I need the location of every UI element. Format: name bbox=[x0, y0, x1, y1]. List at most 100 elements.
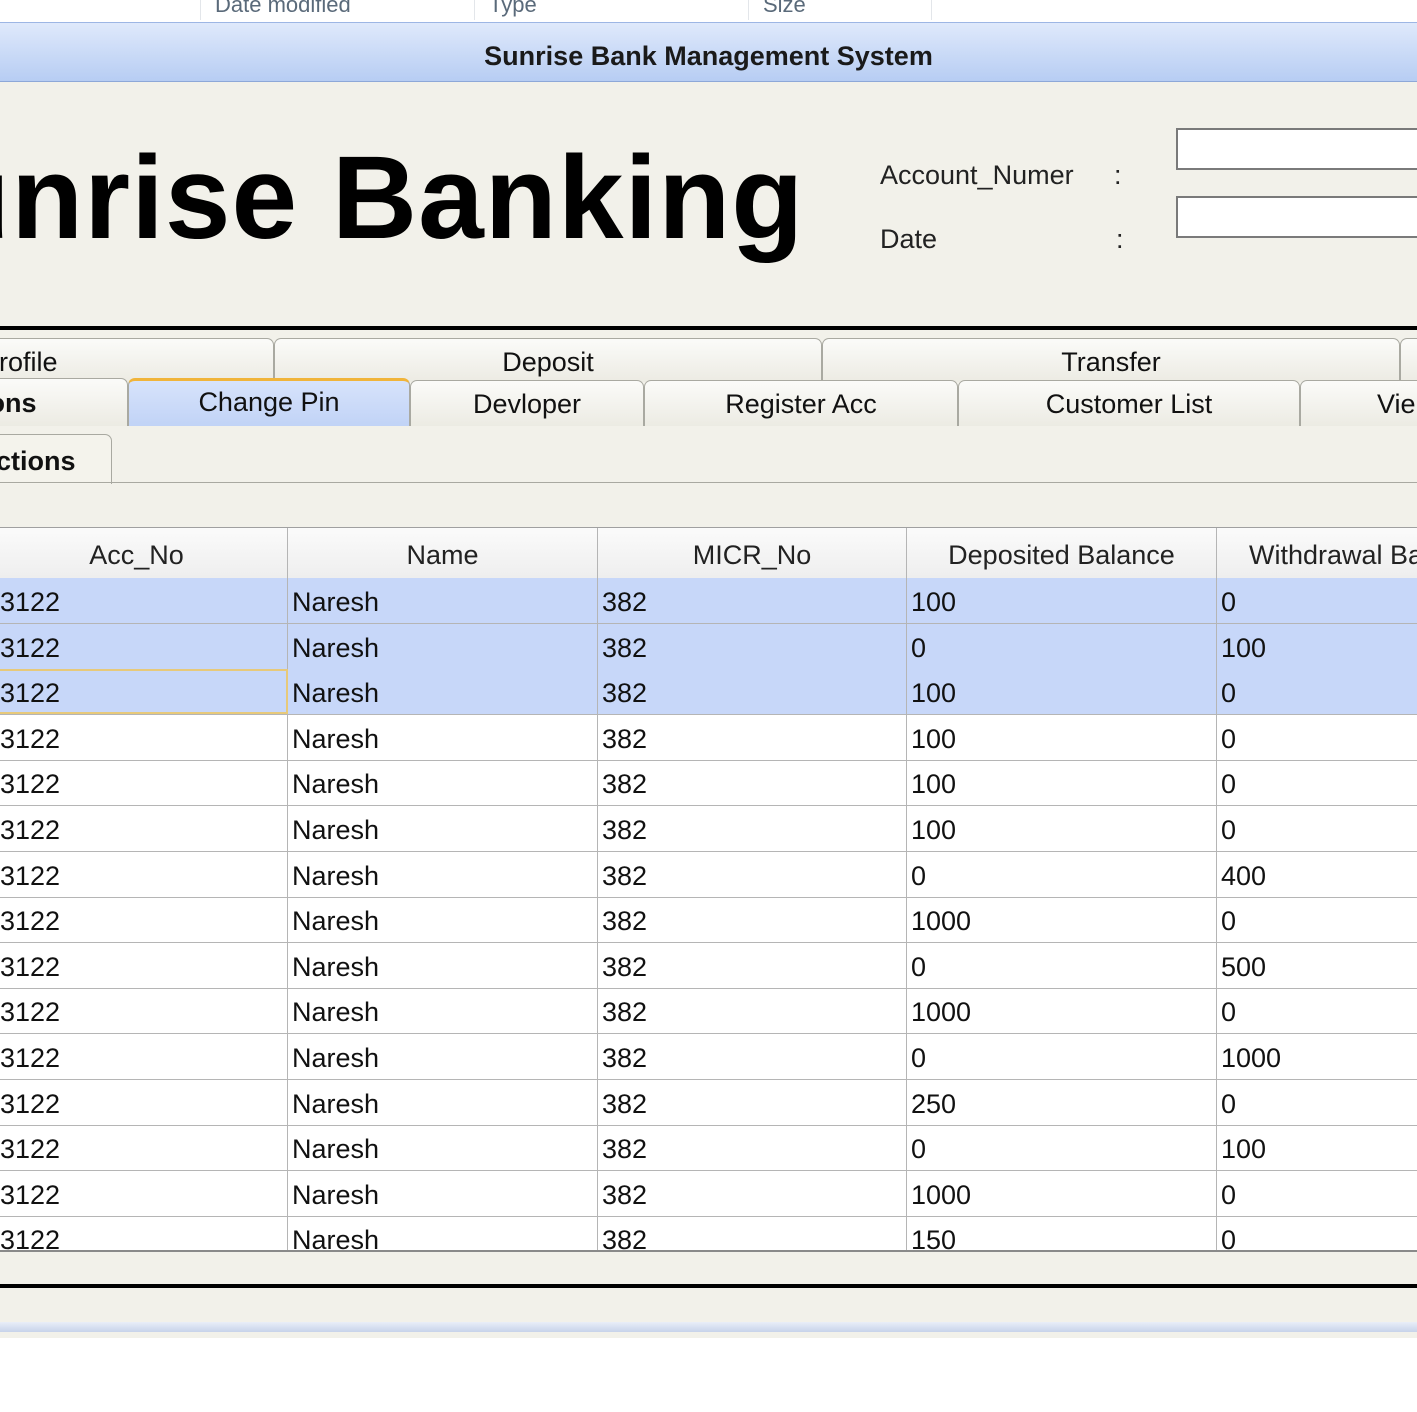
cell-name[interactable]: Naresh bbox=[288, 578, 598, 623]
cell-micr-no[interactable]: 382 bbox=[598, 1170, 907, 1216]
table-row[interactable]: 3122 Naresh 382 100 0 bbox=[0, 760, 1417, 807]
cell-name[interactable]: Naresh bbox=[288, 714, 598, 760]
cell-acc-no[interactable]: 3122 bbox=[0, 1034, 288, 1079]
date-input[interactable] bbox=[1176, 196, 1417, 238]
cell-micr-no[interactable]: 382 bbox=[598, 623, 907, 669]
cell-deposited-balance[interactable]: 150 bbox=[907, 1216, 1217, 1250]
tab-change-pin[interactable]: Change Pin bbox=[128, 378, 410, 426]
cell-deposited-balance[interactable]: 0 bbox=[907, 1034, 1217, 1079]
cell-micr-no[interactable]: 382 bbox=[598, 988, 907, 1034]
cell-name[interactable]: Naresh bbox=[288, 1034, 598, 1079]
transactions-table[interactable]: Acc_No Name MICR_No Deposited Balance Wi… bbox=[0, 527, 1417, 1252]
table-row[interactable]: 3122 Naresh 382 0 500 bbox=[0, 942, 1417, 989]
cell-deposited-balance[interactable]: 100 bbox=[907, 806, 1217, 851]
cell-acc-no[interactable]: 3122 bbox=[0, 714, 288, 760]
table-row[interactable]: 3122 Naresh 382 1000 0 bbox=[0, 1170, 1417, 1217]
explorer-col-type[interactable]: Type bbox=[474, 0, 747, 20]
column-header-deposited-balance[interactable]: Deposited Balance bbox=[907, 528, 1217, 578]
cell-micr-no[interactable]: 382 bbox=[598, 714, 907, 760]
cell-micr-no[interactable]: 382 bbox=[598, 669, 907, 715]
column-header-micr-no[interactable]: MICR_No bbox=[598, 528, 907, 578]
cell-acc-no[interactable]: 3122 bbox=[0, 897, 288, 943]
cell-withdrawal-balance[interactable]: 0 bbox=[1217, 669, 1417, 714]
cell-withdrawal-balance[interactable]: 0 bbox=[1217, 760, 1417, 805]
cell-acc-no[interactable]: 3122 bbox=[0, 851, 288, 897]
cell-name[interactable]: Naresh bbox=[288, 942, 598, 988]
cell-withdrawal-balance[interactable]: 100 bbox=[1217, 624, 1417, 669]
cell-name[interactable]: Naresh bbox=[288, 988, 598, 1034]
cell-name[interactable]: Naresh bbox=[288, 897, 598, 943]
cell-deposited-balance[interactable]: 1000 bbox=[907, 1170, 1217, 1216]
table-row[interactable]: 3122 Naresh 382 100 0 bbox=[0, 714, 1417, 761]
cell-withdrawal-balance[interactable]: 500 bbox=[1217, 943, 1417, 988]
explorer-col-date-modified[interactable]: Date modified bbox=[200, 0, 473, 20]
tab-devloper[interactable]: Devloper bbox=[410, 380, 644, 426]
cell-acc-no[interactable]: 3122 bbox=[0, 1125, 288, 1171]
cell-acc-no[interactable]: 3122 bbox=[0, 806, 288, 851]
cell-acc-no[interactable]: 3122 bbox=[0, 760, 288, 806]
table-row[interactable]: 3122 Naresh 382 250 0 bbox=[0, 1079, 1417, 1126]
cell-deposited-balance[interactable]: 1000 bbox=[907, 897, 1217, 943]
cell-micr-no[interactable]: 382 bbox=[598, 1125, 907, 1171]
cell-withdrawal-balance[interactable]: 100 bbox=[1217, 1125, 1417, 1170]
cell-micr-no[interactable]: 382 bbox=[598, 760, 907, 806]
cell-deposited-balance[interactable]: 0 bbox=[907, 623, 1217, 669]
account-number-input[interactable] bbox=[1176, 128, 1417, 170]
table-row[interactable]: 3122 Naresh 382 0 1000 bbox=[0, 1034, 1417, 1080]
cell-deposited-balance[interactable]: 100 bbox=[907, 669, 1217, 715]
cell-deposited-balance[interactable]: 100 bbox=[907, 760, 1217, 806]
tab-transactions-row2[interactable]: ions bbox=[0, 378, 128, 426]
cell-withdrawal-balance[interactable]: 400 bbox=[1217, 852, 1417, 897]
cell-withdrawal-balance[interactable]: 0 bbox=[1217, 988, 1417, 1033]
cell-micr-no[interactable]: 382 bbox=[598, 1079, 907, 1125]
window-titlebar[interactable]: Sunrise Bank Management System bbox=[0, 22, 1417, 82]
cell-withdrawal-balance[interactable]: 1000 bbox=[1217, 1034, 1417, 1079]
cell-micr-no[interactable]: 382 bbox=[598, 897, 907, 943]
cell-deposited-balance[interactable]: 0 bbox=[907, 942, 1217, 988]
cell-deposited-balance[interactable]: 250 bbox=[907, 1079, 1217, 1125]
cell-withdrawal-balance[interactable]: 0 bbox=[1217, 1080, 1417, 1125]
cell-name[interactable]: Naresh bbox=[288, 623, 598, 669]
cell-micr-no[interactable]: 382 bbox=[598, 1034, 907, 1079]
column-header-name[interactable]: Name bbox=[288, 528, 598, 578]
table-row[interactable]: 3122 Naresh 382 100 0 bbox=[0, 806, 1417, 852]
cell-acc-no[interactable]: 3122 bbox=[0, 1216, 288, 1250]
cell-withdrawal-balance[interactable]: 0 bbox=[1217, 806, 1417, 851]
table-row[interactable]: 3122 Naresh 382 0 100 bbox=[0, 623, 1417, 670]
cell-name[interactable]: Naresh bbox=[288, 1079, 598, 1125]
cell-name[interactable]: Naresh bbox=[288, 1216, 598, 1250]
cell-micr-no[interactable]: 382 bbox=[598, 1216, 907, 1250]
cell-deposited-balance[interactable]: 100 bbox=[907, 714, 1217, 760]
cell-acc-no[interactable]: 3122 bbox=[0, 669, 288, 715]
cell-name[interactable]: Naresh bbox=[288, 760, 598, 806]
cell-acc-no[interactable]: 3122 bbox=[0, 988, 288, 1034]
cell-withdrawal-balance[interactable]: 0 bbox=[1217, 715, 1417, 760]
cell-micr-no[interactable]: 382 bbox=[598, 578, 907, 623]
cell-acc-no[interactable]: 3122 bbox=[0, 942, 288, 988]
cell-withdrawal-balance[interactable]: 0 bbox=[1217, 578, 1417, 623]
tab-transactions[interactable]: actions bbox=[0, 434, 112, 484]
cell-name[interactable]: Naresh bbox=[288, 669, 598, 715]
cell-name[interactable]: Naresh bbox=[288, 851, 598, 897]
table-row[interactable]: 3122 Naresh 382 100 0 bbox=[0, 669, 1417, 716]
cell-withdrawal-balance[interactable]: 0 bbox=[1217, 897, 1417, 942]
cell-acc-no[interactable]: 3122 bbox=[0, 578, 288, 623]
tab-row1-overflow[interactable] bbox=[1400, 338, 1417, 382]
cell-micr-no[interactable]: 382 bbox=[598, 851, 907, 897]
cell-deposited-balance[interactable]: 1000 bbox=[907, 988, 1217, 1034]
table-row[interactable]: 3122 Naresh 382 150 0 bbox=[0, 1216, 1417, 1250]
cell-withdrawal-balance[interactable]: 0 bbox=[1217, 1171, 1417, 1216]
tab-deposit[interactable]: Deposit bbox=[274, 338, 822, 382]
cell-acc-no[interactable]: 3122 bbox=[0, 1170, 288, 1216]
cell-deposited-balance[interactable]: 0 bbox=[907, 1125, 1217, 1171]
cell-acc-no[interactable]: 3122 bbox=[0, 623, 288, 669]
column-header-acc-no[interactable]: Acc_No bbox=[0, 528, 288, 578]
cell-name[interactable]: Naresh bbox=[288, 1170, 598, 1216]
tab-view[interactable]: Vie bbox=[1300, 380, 1417, 426]
tab-transfer[interactable]: Transfer bbox=[822, 338, 1400, 382]
tab-register-acc[interactable]: Register Acc bbox=[644, 380, 958, 426]
table-row[interactable]: 3122 Naresh 382 100 0 bbox=[0, 578, 1417, 624]
cell-name[interactable]: Naresh bbox=[288, 806, 598, 851]
table-row[interactable]: 3122 Naresh 382 0 100 bbox=[0, 1125, 1417, 1172]
cell-acc-no[interactable]: 3122 bbox=[0, 1079, 288, 1125]
